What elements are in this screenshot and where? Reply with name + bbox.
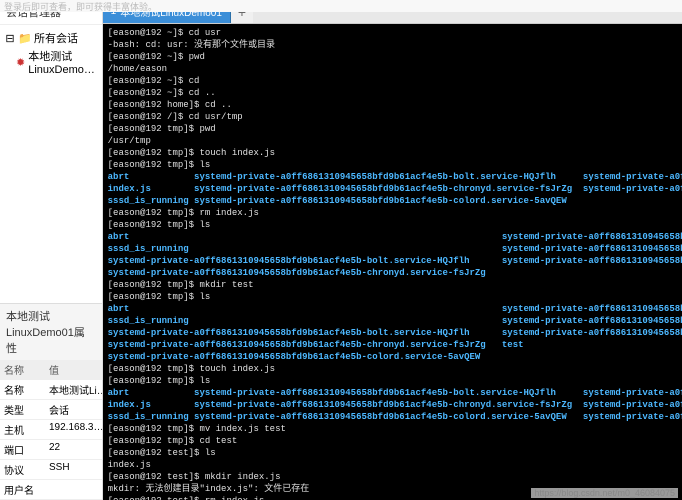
- globe-icon: ✹: [16, 56, 25, 68]
- prop-key: 端口: [0, 440, 45, 460]
- tree-root-label: 所有会话: [34, 30, 78, 46]
- prop-key: 名称: [0, 380, 45, 400]
- top-hint-bar: 登录后即可查看，即可获得丰富体验。: [0, 0, 682, 12]
- prop-key: 用户名: [0, 480, 45, 500]
- properties-grid: 名称 值 名称本地测试Li… 类型会话 主机192.168.3… 端口22 协议…: [0, 360, 102, 500]
- session-tree: ⊟ 📁 所有会话 ✹ 本地测试LinuxDemo…: [0, 25, 102, 303]
- folder-icon: 📁: [19, 32, 31, 44]
- properties-title: 本地测试LinuxDemo01属性: [0, 304, 102, 360]
- prop-key: 主机: [0, 420, 45, 440]
- watermark: https://blog.csdn.net/m0_46084075: [531, 488, 678, 498]
- tree-root[interactable]: ⊟ 📁 所有会话: [2, 29, 100, 47]
- prop-val: [45, 480, 102, 500]
- prop-val: 会话: [45, 400, 102, 420]
- prop-key: 协议: [0, 460, 45, 480]
- tree-session-item[interactable]: ✹ 本地测试LinuxDemo…: [2, 47, 100, 77]
- main-area: 1 本地测试LinuxDemo01 + [eason@192 ~]$ cd us…: [103, 0, 682, 500]
- col-name-header: 名称: [0, 360, 45, 380]
- prop-key: 类型: [0, 400, 45, 420]
- prop-val: SSH: [45, 460, 102, 480]
- tree-session-label: 本地测试LinuxDemo…: [28, 48, 97, 76]
- properties-panel: 本地测试LinuxDemo01属性 名称 值 名称本地测试Li… 类型会话 主机…: [0, 303, 102, 500]
- col-value-header: 值: [45, 360, 102, 380]
- session-sidebar: 会话管理器 ⊟ 📁 所有会话 ✹ 本地测试LinuxDemo… 本地测试Linu…: [0, 0, 103, 500]
- prop-val: 本地测试Li…: [45, 380, 102, 400]
- terminal-output[interactable]: [eason@192 ~]$ cd usr -bash: cd: usr: 没有…: [103, 24, 682, 500]
- minus-icon[interactable]: ⊟: [4, 32, 16, 44]
- prop-val: 192.168.3…: [45, 420, 102, 440]
- prop-val: 22: [45, 440, 102, 460]
